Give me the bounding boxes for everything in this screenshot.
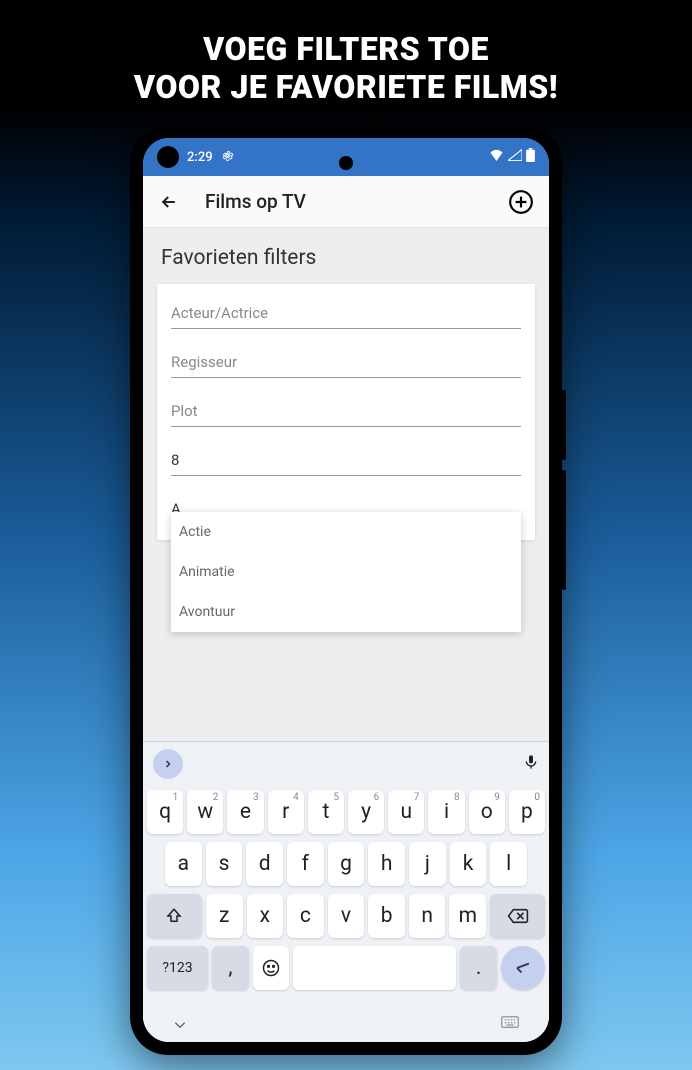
filter-card: 8 A Actie Animatie Avontuur [157,284,535,540]
emoji-key[interactable] [253,946,290,990]
key-l[interactable]: l [490,842,527,886]
status-time: 2:29 [187,150,213,165]
actor-input[interactable] [171,298,521,329]
keyboard-switch-icon[interactable] [501,1016,519,1032]
rating-input[interactable]: 8 [171,445,521,476]
key-f[interactable]: f [287,842,324,886]
power-button [562,390,566,460]
enter-key[interactable] [501,946,545,990]
status-avatar [157,146,179,168]
key-y[interactable]: y6 [348,790,384,834]
key-b[interactable]: b [368,894,405,938]
phone-frame: 2:29 Films op TV Favorieten filters [130,125,562,1055]
page-title: Favorieten filters [161,246,535,270]
content-area: Favorieten filters 8 A Actie Animatie Av… [143,228,549,741]
signal-icon [508,149,522,165]
app-title: Films op TV [205,190,507,213]
mic-icon[interactable] [523,752,539,776]
settings-icon [221,149,234,166]
space-key[interactable] [293,946,456,990]
key-a[interactable]: a [165,842,202,886]
backspace-key[interactable] [490,894,545,938]
key-j[interactable]: j [409,842,446,886]
key-s[interactable]: s [206,842,243,886]
key-z[interactable]: z [206,894,243,938]
nav-bar [143,1006,549,1042]
key-k[interactable]: k [450,842,487,886]
nav-down-icon[interactable] [173,1015,187,1034]
key-v[interactable]: v [328,894,365,938]
genre-dropdown: Actie Animatie Avontuur [171,512,521,632]
back-icon[interactable] [157,190,181,214]
mode-key[interactable]: ?123 [147,946,208,990]
key-o[interactable]: o9 [469,790,505,834]
plot-input[interactable] [171,396,521,427]
key-r[interactable]: r4 [268,790,304,834]
shift-key[interactable] [147,894,202,938]
battery-icon [526,148,535,166]
key-n[interactable]: n [409,894,446,938]
key-d[interactable]: d [246,842,283,886]
key-p[interactable]: p0 [509,790,545,834]
dropdown-item[interactable]: Animatie [171,552,521,592]
director-input[interactable] [171,347,521,378]
add-icon[interactable] [507,188,535,216]
dropdown-item[interactable]: Avontuur [171,592,521,632]
phone-camera [339,156,353,170]
wifi-icon [489,149,504,165]
key-c[interactable]: c [287,894,324,938]
promo-title: VOEG FILTERS TOE VOOR JE FAVORIETE FILMS… [0,0,692,116]
keyboard: q1w2e3r4t5y6u7i8o9p0 asdfghjkl zxcvbnm ?… [143,741,549,1042]
key-t[interactable]: t5 [308,790,344,834]
expand-icon[interactable] [153,749,183,779]
key-x[interactable]: x [247,894,284,938]
key-g[interactable]: g [328,842,365,886]
dropdown-item[interactable]: Actie [171,512,521,552]
comma-key[interactable]: , [212,946,249,990]
key-m[interactable]: m [449,894,486,938]
suggestion-bar [143,742,549,786]
key-q[interactable]: q1 [147,790,183,834]
key-i[interactable]: i8 [428,790,464,834]
key-h[interactable]: h [368,842,405,886]
key-e[interactable]: e3 [227,790,263,834]
key-w[interactable]: w2 [187,790,223,834]
key-u[interactable]: u7 [388,790,424,834]
volume-button [562,470,566,590]
app-bar: Films op TV [143,176,549,228]
period-key[interactable]: . [460,946,497,990]
